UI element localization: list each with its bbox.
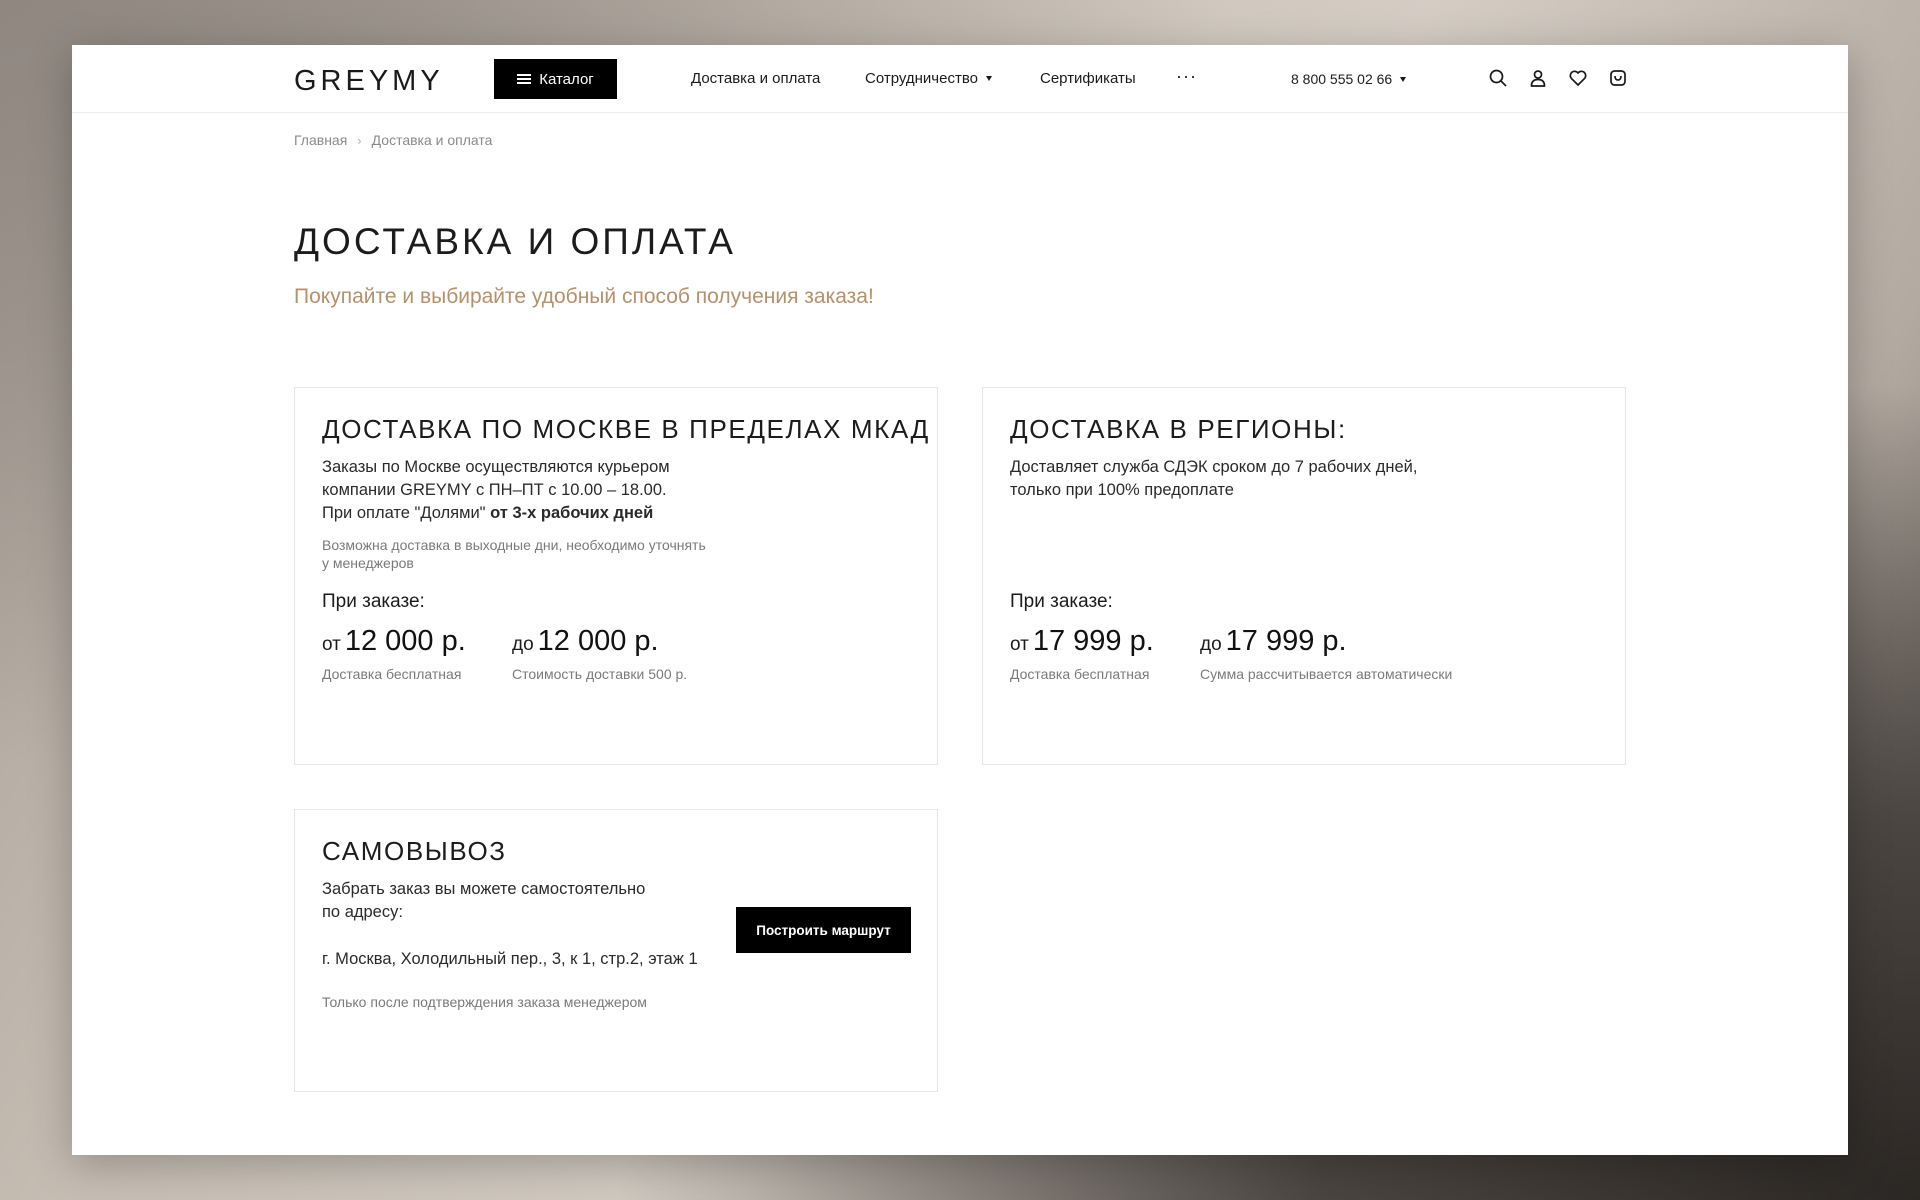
- regions-price-to: до 17 999 р.: [1200, 625, 1347, 658]
- regions-when-label: При заказе:: [1010, 591, 1113, 612]
- site-header: GREYMY Каталог Доставка и оплата Сотрудн…: [72, 45, 1848, 113]
- moscow-to-amount: 12 000 р.: [537, 625, 659, 657]
- more-dots-icon[interactable]: ···: [1176, 66, 1197, 87]
- moscow-card-title: ДОСТАВКА ПО МОСКВЕ В ПРЕДЕЛАХ МКАД: [322, 414, 930, 444]
- regions-from-prefix: от: [1010, 634, 1029, 655]
- moscow-note-line1: Возможна доставка в выходные дни, необхо…: [322, 537, 706, 553]
- regions-to-prefix: до: [1200, 634, 1222, 655]
- pickup-card: САМОВЫВОЗ Забрать заказ вы можете самост…: [294, 809, 938, 1092]
- moscow-price-to: до 12 000 р.: [512, 625, 659, 658]
- nav-delivery[interactable]: Доставка и оплата: [691, 70, 820, 87]
- regions-price-from: от 17 999 р.: [1010, 625, 1154, 658]
- moscow-note-line2: у менеджеров: [322, 555, 414, 571]
- build-route-button[interactable]: Построить маршрут: [736, 907, 911, 953]
- chevron-down-icon: [1400, 77, 1407, 82]
- user-icon[interactable]: [1528, 68, 1548, 88]
- regions-delivery-card: ДОСТАВКА В РЕГИОНЫ: Доставляет служба СД…: [982, 387, 1626, 765]
- chevron-down-icon: [985, 76, 992, 81]
- phone-dropdown[interactable]: 8 800 555 02 66: [1291, 71, 1407, 87]
- regions-text-line1: Доставляет служба СДЭК сроком до 7 рабоч…: [1010, 458, 1418, 476]
- breadcrumb-home[interactable]: Главная: [294, 132, 347, 148]
- pickup-text-line1: Забрать заказ вы можете самостоятельно: [322, 880, 646, 898]
- nav-cooperation-label: Сотрудничество: [865, 70, 978, 87]
- moscow-from-amount: 12 000 р.: [344, 625, 466, 657]
- nav-certificates[interactable]: Сертификаты: [1040, 70, 1136, 87]
- moscow-to-prefix: до: [512, 634, 534, 655]
- moscow-card-text: Заказы по Москве осуществляются курьером…: [322, 456, 670, 525]
- pickup-text-line2: по адресу:: [322, 903, 403, 921]
- regions-from-amount: 17 999 р.: [1032, 625, 1154, 657]
- regions-text-line2: только при 100% предоплате: [1010, 481, 1234, 499]
- moscow-card-note: Возможна доставка в выходные дни, необхо…: [322, 536, 706, 572]
- page-title: ДОСТАВКА И ОПЛАТА: [294, 221, 736, 262]
- pickup-card-title: САМОВЫВОЗ: [322, 836, 507, 866]
- chevron-right-icon: ›: [357, 132, 362, 148]
- moscow-from-note: Доставка бесплатная: [322, 666, 462, 682]
- regions-to-amount: 17 999 р.: [1225, 625, 1347, 657]
- pickup-card-text: Забрать заказ вы можете самостоятельно п…: [322, 878, 645, 924]
- search-icon[interactable]: [1488, 68, 1508, 88]
- phone-number: 8 800 555 02 66: [1291, 71, 1393, 87]
- logo[interactable]: GREYMY: [294, 65, 444, 98]
- regions-card-title: ДОСТАВКА В РЕГИОНЫ:: [1010, 414, 1347, 444]
- regions-from-note: Доставка бесплатная: [1010, 666, 1150, 682]
- moscow-text-line2: компании GREYMY с ПН–ПТ с 10.00 – 18.00.: [322, 481, 667, 499]
- catalog-button[interactable]: Каталог: [494, 59, 617, 99]
- heart-icon[interactable]: [1568, 68, 1588, 88]
- moscow-from-prefix: от: [322, 634, 341, 655]
- regions-card-text: Доставляет служба СДЭК сроком до 7 рабоч…: [1010, 456, 1417, 502]
- pickup-note: Только после подтверждения заказа менедж…: [322, 994, 647, 1010]
- pickup-address: г. Москва, Холодильный пер., 3, к 1, стр…: [322, 950, 698, 968]
- cart-icon[interactable]: [1608, 68, 1628, 88]
- catalog-label: Каталог: [539, 70, 594, 88]
- moscow-when-label: При заказе:: [322, 591, 425, 612]
- breadcrumb-current: Доставка и оплата: [371, 132, 493, 148]
- moscow-to-note: Стоимость доставки 500 р.: [512, 666, 688, 682]
- moscow-text-line3-bold: от 3-х рабочих дней: [490, 504, 654, 522]
- menu-icon: [517, 74, 532, 84]
- nav-cooperation[interactable]: Сотрудничество: [865, 70, 992, 87]
- moscow-text-line3: При оплате "Долями": [322, 504, 491, 522]
- moscow-price-from: от 12 000 р.: [322, 625, 466, 658]
- moscow-delivery-card: ДОСТАВКА ПО МОСКВЕ В ПРЕДЕЛАХ МКАД Заказ…: [294, 387, 938, 765]
- breadcrumb: Главная › Доставка и оплата: [294, 132, 492, 148]
- nav-delivery-label: Доставка и оплата: [691, 70, 821, 87]
- nav-certificates-label: Сертификаты: [1040, 70, 1136, 87]
- page-subtitle: Покупайте и выбирайте удобный способ пол…: [294, 285, 874, 308]
- moscow-text-line1: Заказы по Москве осуществляются курьером: [322, 458, 670, 476]
- page-window: GREYMY Каталог Доставка и оплата Сотрудн…: [72, 45, 1848, 1155]
- regions-to-note: Сумма рассчитывается автоматически: [1200, 666, 1453, 682]
